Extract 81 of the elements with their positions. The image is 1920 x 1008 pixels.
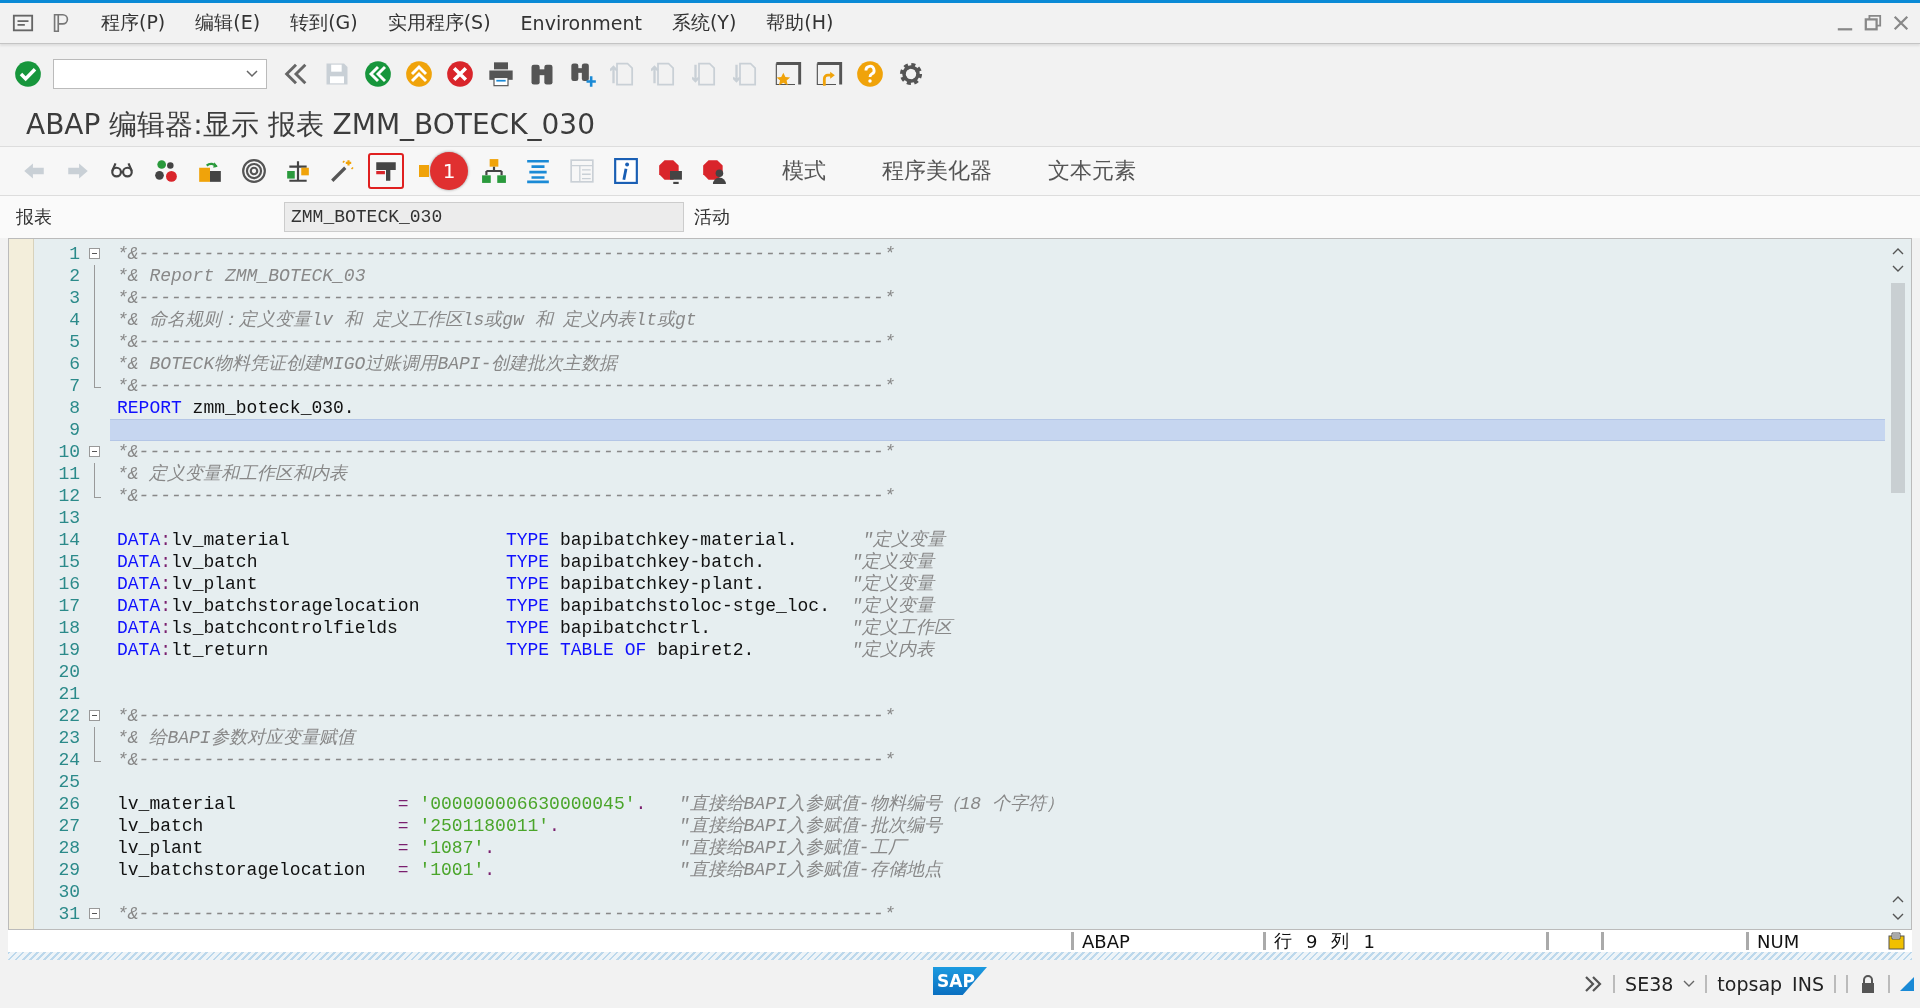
- code-line: DATA:lt_return TYPE TABLE OF bapiret2. "定义内表: [116, 639, 936, 661]
- line-number: 2: [68, 265, 80, 287]
- code-line: *& 定义变量和工作区和内表: [116, 463, 349, 485]
- line-number: 18: [57, 617, 80, 639]
- num-lock-text: NUM: [1757, 930, 1800, 952]
- line-number: 26: [57, 793, 80, 815]
- code-line: *&---------------------------------------------------------------------*: [116, 331, 896, 353]
- line-number: 14: [57, 529, 80, 551]
- transaction-code: SE38: [1625, 973, 1674, 995]
- column-number: 1: [1363, 930, 1375, 952]
- line-number: 8: [68, 397, 80, 419]
- menu-item[interactable]: 程序(P): [101, 10, 166, 36]
- line-number: 21: [57, 683, 80, 705]
- code-line: *& 命名规则：定义变量lv 和 定义工作区ls或gw 和 定义内表lt或gt: [116, 309, 698, 331]
- menu-item[interactable]: 转到(G): [290, 10, 358, 36]
- code-line: DATA:lv_batch TYPE bapibatchkey-batch. "定义变量: [116, 551, 937, 573]
- line-number: 5: [68, 331, 80, 353]
- code-line: *& 给BAPI参数对应变量赋值: [116, 727, 358, 749]
- code-line: *&---------------------------------------------------------------------*: [116, 287, 896, 309]
- code-line: *&---------------------------------------------------------------------*: [116, 749, 896, 771]
- code-line: lv_batchstoragelocation = '1001'. "直接给BAPI入参赋值-存储地点: [116, 859, 944, 881]
- field-label: 报表: [16, 205, 53, 229]
- code-line: *&---------------------------------------------------------------------*: [116, 705, 896, 727]
- line-number: 9: [68, 419, 80, 441]
- line-number: 10: [57, 441, 80, 463]
- code-line: *& Report ZMM_BOTECK_03: [116, 265, 367, 287]
- line-number: 25: [57, 771, 80, 793]
- menu-item[interactable]: 编辑(E): [195, 10, 261, 36]
- toolbar-text-button[interactable]: 模式: [776, 152, 832, 190]
- line-number: 30: [57, 881, 80, 903]
- line-number: 22: [57, 705, 80, 727]
- line-number: 16: [57, 573, 80, 595]
- program-name-field: ZMM_BOTECK_030: [284, 202, 684, 232]
- code-line: *&---------------------------------------------------------------------*: [116, 375, 896, 397]
- input-mode: INS: [1792, 973, 1824, 995]
- code-line: REPORT zmm_boteck_030.: [116, 397, 356, 419]
- menu-item[interactable]: Environment: [520, 12, 642, 34]
- code-line: *& BOTECK物料凭证创建MIGO过账调用BAPI-创建批次主数据: [116, 353, 620, 375]
- line-number: 27: [57, 815, 80, 837]
- annotation-badge: 1: [430, 152, 468, 190]
- line-number: 4: [68, 309, 80, 331]
- status-text: 活动: [694, 205, 730, 229]
- code-line: lv_plant = '1087'. "直接给BAPI入参赋值-工厂: [110, 837, 1885, 859]
- line-number: 11: [57, 463, 80, 485]
- line-number: 6: [68, 353, 80, 375]
- sap-logo: SAP: [933, 967, 987, 995]
- code-line: DATA:lv_batchstoragelocation TYPE bapibatchstoloc-stge_loc. "定义变量: [116, 595, 937, 617]
- line-number: 12: [57, 485, 80, 507]
- line-number: 13: [57, 507, 80, 529]
- server-name: topsap: [1717, 973, 1783, 995]
- line-number: 1: [68, 243, 80, 265]
- row-number: 9: [1306, 930, 1318, 952]
- toolbar-text-button[interactable]: 程序美化器: [876, 152, 998, 190]
- language-text: ABAP: [1082, 930, 1130, 952]
- code-line: *&---------------------------------------------------------------------*: [116, 903, 896, 925]
- code-line: lv_material = '000000006630000045'. "直接给BAPI入参赋值-物料编号（18 个字符）: [116, 793, 1065, 815]
- line-number: 24: [57, 749, 80, 771]
- row-label: 行: [1274, 929, 1292, 953]
- menu-item[interactable]: 帮助(H): [766, 10, 834, 36]
- code-line: DATA:lv_plant TYPE bapibatchkey-plant. "定义变量: [116, 573, 937, 595]
- line-number: 31: [57, 903, 80, 925]
- code-line: DATA:ls_batchcontrolfields TYPE bapibatchctrl. "定义工作区: [116, 617, 956, 639]
- line-number: 17: [57, 595, 80, 617]
- menu-item[interactable]: 系统(Y): [671, 10, 737, 36]
- code-line: lv_batch = '2501180011'. "直接给BAPI入参赋值-批次编号: [116, 815, 944, 837]
- toolbar-text-button[interactable]: 文本元素: [1042, 152, 1142, 190]
- line-number: 28: [57, 837, 80, 859]
- line-number: 19: [57, 639, 80, 661]
- line-number: 20: [57, 661, 80, 683]
- column-label: 列: [1331, 929, 1350, 953]
- line-number: 29: [57, 859, 80, 881]
- code-line: *&---------------------------------------------------------------------*: [116, 243, 896, 265]
- line-number: 23: [57, 727, 80, 749]
- line-number: 7: [68, 375, 80, 397]
- code-line: *&---------------------------------------------------------------------*: [116, 441, 896, 463]
- code-line: DATA:lv_material TYPE bapibatchkey-material. "定义变量: [116, 529, 948, 551]
- menu-item[interactable]: 实用程序(S): [387, 10, 491, 36]
- line-number: 3: [68, 287, 80, 309]
- line-number: 15: [57, 551, 80, 573]
- screen-title: ABAP 编辑器:显示 报表 ZMM_BOTECK_030: [25, 107, 596, 143]
- code-line: *&---------------------------------------------------------------------*: [116, 485, 896, 507]
